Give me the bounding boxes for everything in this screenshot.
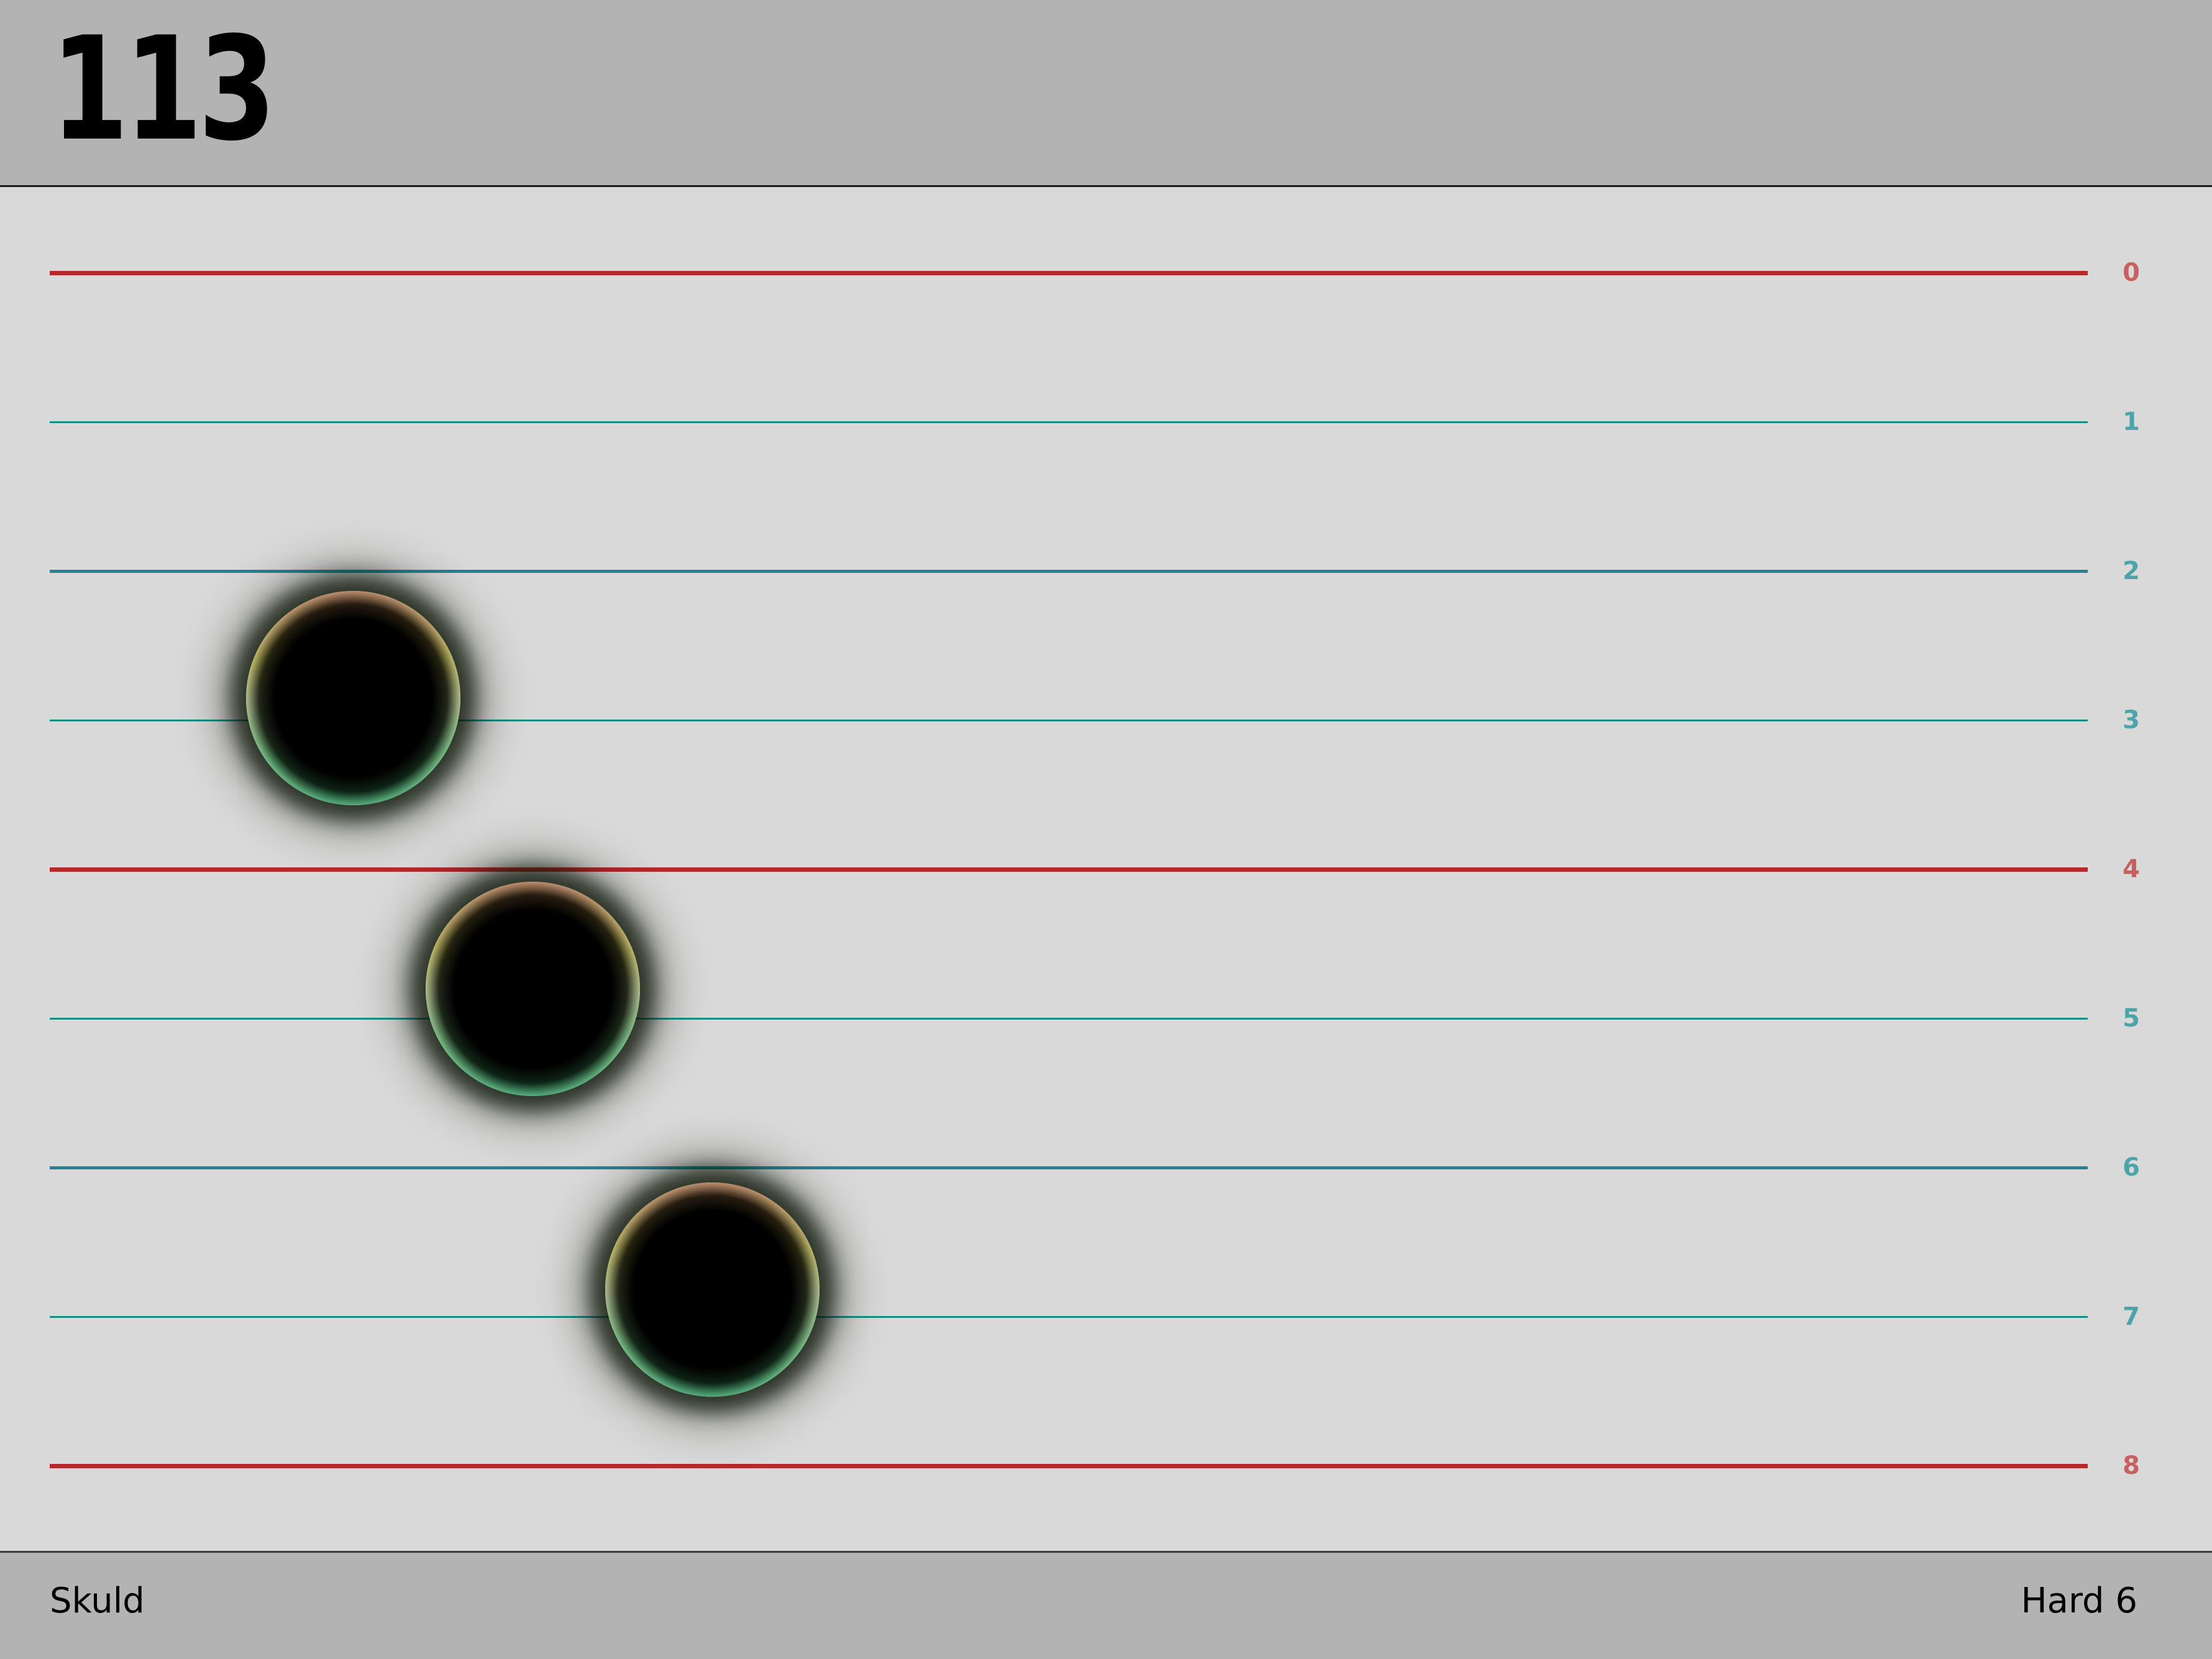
lane-label-7: 7 — [2123, 1302, 2140, 1331]
lane-label-3: 3 — [2123, 706, 2140, 734]
lane-label-0: 0 — [2123, 258, 2140, 287]
score-header: 113 — [0, 0, 2212, 187]
lane-line-1 — [50, 421, 2088, 423]
score-counter: 113 — [51, 7, 276, 173]
lane-label-6: 6 — [2123, 1153, 2140, 1182]
note-ball[interactable] — [605, 1182, 820, 1397]
lane-line-6 — [50, 1166, 2088, 1169]
lane-label-2: 2 — [2123, 557, 2140, 585]
lane-field[interactable]: 0 1 2 3 4 5 6 7 8 — [0, 187, 2212, 1551]
lane-label-1: 1 — [2123, 408, 2140, 436]
lane-line-7 — [50, 1315, 2088, 1318]
lane-line-8 — [50, 1463, 2088, 1468]
lane-line-0 — [50, 270, 2088, 275]
note-ball[interactable] — [246, 590, 460, 805]
difficulty-label: Hard 6 — [2021, 1581, 2137, 1621]
lane-label-5: 5 — [2123, 1004, 2140, 1033]
lane-line-4 — [50, 867, 2088, 872]
note-ball[interactable] — [426, 881, 640, 1096]
player-name: Skuld — [50, 1581, 145, 1621]
lane-label-4: 4 — [2123, 855, 2140, 884]
game-screen: 113 0 1 2 3 4 5 6 7 8 Skuld Hard 6 — [0, 0, 2212, 1659]
status-footer: Skuld Hard 6 — [0, 1551, 2212, 1659]
lane-line-5 — [50, 1017, 2088, 1020]
lane-line-2 — [50, 569, 2088, 573]
lane-label-8: 8 — [2123, 1451, 2140, 1480]
